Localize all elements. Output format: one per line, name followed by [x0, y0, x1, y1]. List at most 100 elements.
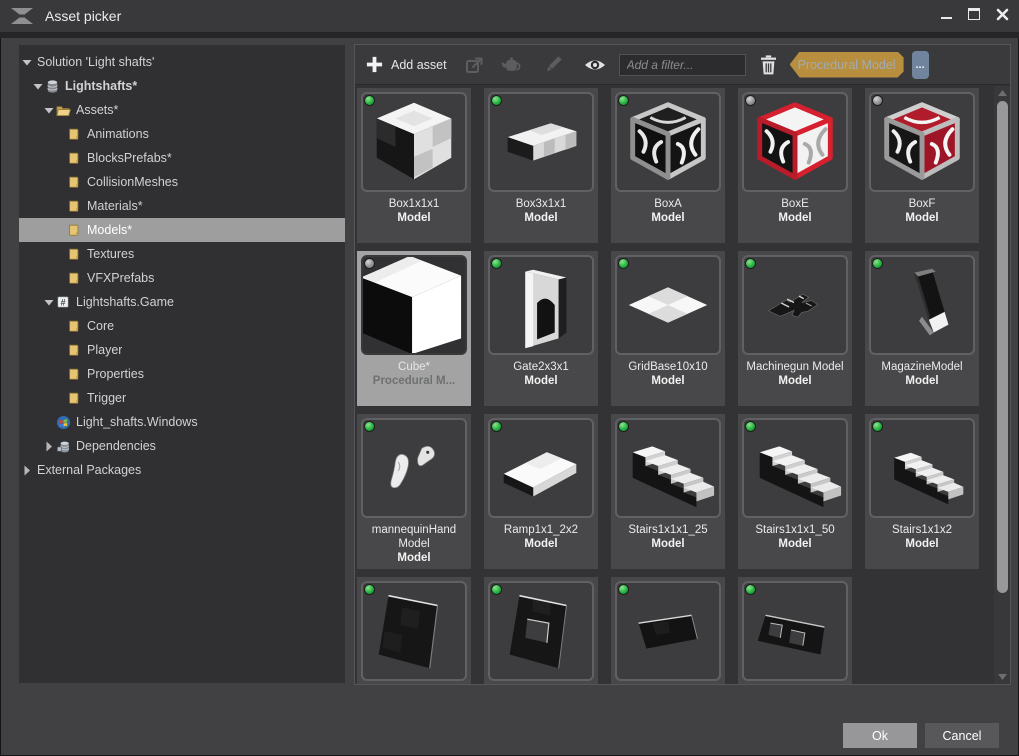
asset-tile-machinegun-model[interactable]: Machinegun ModelModel	[738, 251, 852, 406]
asset-tile-stairs1x1x1-50[interactable]: Stairs1x1x1_50Model	[738, 414, 852, 569]
asset-tile-boxa[interactable]: BoxAModel	[611, 88, 725, 243]
asset-tile-gridbase10x10[interactable]: GridBase10x10Model	[611, 251, 725, 406]
tree-item-dependencies[interactable]: Dependencies	[19, 434, 345, 458]
asset-thumbnail	[488, 418, 594, 518]
tree-item-core[interactable]: Core	[19, 314, 345, 338]
add-asset-button[interactable]: Add asset	[365, 55, 447, 74]
asset-type: Model	[484, 374, 598, 389]
asset-tile-boxf[interactable]: BoxFModel	[865, 88, 979, 243]
tree-item-label: Lightshafts.Game	[76, 295, 174, 309]
filter-input[interactable]	[619, 54, 746, 76]
scrollbar-thumb[interactable]	[997, 101, 1008, 593]
asset-tile-stairs1x1x2[interactable]: Stairs1x1x2Model	[865, 414, 979, 569]
expander-down-icon[interactable]	[32, 80, 44, 92]
status-dot-green	[745, 584, 756, 595]
tree-item-light-shafts-windows[interactable]: Light_shafts.Windows	[19, 410, 345, 434]
maximize-button[interactable]	[965, 5, 983, 23]
asset-type: Model	[611, 537, 725, 552]
tree-item-vfxprefabs[interactable]: VFXPrefabs	[19, 266, 345, 290]
ok-button[interactable]: Ok	[843, 723, 917, 748]
delete-icon[interactable]	[757, 53, 781, 77]
tree-item-label: Animations	[87, 127, 149, 141]
asset-name: mannequinHand Model	[357, 523, 471, 551]
tree-item-player[interactable]: Player	[19, 338, 345, 362]
asset-tile-row4-15[interactable]	[357, 577, 471, 684]
asset-thumbnail	[488, 92, 594, 192]
asset-name: Machinegun Model	[738, 360, 852, 374]
asset-grid: Box1x1x1ModelBox3x1x1ModelBoxAModelBoxEM…	[355, 86, 993, 684]
asset-tile-magazinemodel[interactable]: MagazineModelModel	[865, 251, 979, 406]
asset-tile-ramp1x1-2x2[interactable]: Ramp1x1_2x2Model	[484, 414, 598, 569]
minimize-button[interactable]	[937, 5, 955, 23]
tree-item-label: Textures	[87, 247, 134, 261]
import-icon[interactable]	[463, 53, 487, 77]
tree-item-materials[interactable]: Materials*	[19, 194, 345, 218]
visibility-icon[interactable]	[583, 53, 607, 77]
expander-down-icon[interactable]	[21, 56, 33, 68]
grid-scrollbar[interactable]	[994, 86, 1010, 684]
tree-item-external-packages[interactable]: External Packages	[19, 458, 345, 482]
csharp-icon: #	[55, 294, 71, 310]
tree-item-label: External Packages	[37, 463, 141, 477]
close-button[interactable]	[993, 5, 1011, 23]
tree-item-blocksprefabs[interactable]: BlocksPrefabs*	[19, 146, 345, 170]
tree-item-label: Dependencies	[76, 439, 156, 453]
asset-type: Procedural M...	[357, 374, 471, 389]
teapot-icon[interactable]	[499, 53, 523, 77]
tree-item-collisionmeshes[interactable]: CollisionMeshes	[19, 170, 345, 194]
asset-type: Model	[865, 374, 979, 389]
status-dot-green	[745, 421, 756, 432]
tree-item-lightshafts-game[interactable]: # Lightshafts.Game	[19, 290, 345, 314]
scroll-up-button[interactable]	[994, 86, 1010, 100]
asset-name: Box1x1x1	[357, 197, 471, 211]
tree-item-textures[interactable]: Textures	[19, 242, 345, 266]
folder-icon	[66, 342, 82, 358]
asset-tile-row4-16[interactable]	[484, 577, 598, 684]
asset-tile-boxe[interactable]: BoxEModel	[738, 88, 852, 243]
asset-name: Gate2x3x1	[484, 360, 598, 374]
windows-icon	[55, 414, 71, 430]
asset-thumbnail	[488, 581, 594, 681]
asset-tile-row4-17[interactable]	[611, 577, 725, 684]
folder-open-icon	[55, 102, 71, 118]
more-filters-button[interactable]: ...	[912, 51, 929, 79]
expander-placeholder	[54, 320, 66, 332]
folder-icon	[66, 222, 82, 238]
expander-down-icon[interactable]	[43, 296, 55, 308]
scroll-down-button[interactable]	[994, 670, 1010, 684]
asset-tile-mannequinhand-model[interactable]: mannequinHand ModelModel	[357, 414, 471, 569]
folder-icon	[66, 270, 82, 286]
svg-text:#: #	[60, 298, 65, 308]
asset-tile-row4-18[interactable]	[738, 577, 852, 684]
expander-right-icon[interactable]	[21, 464, 33, 476]
titlebar: Asset picker	[0, 0, 1019, 32]
tree-item-label: Assets*	[76, 103, 118, 117]
asset-tile-stairs1x1x1-25[interactable]: Stairs1x1x1_25Model	[611, 414, 725, 569]
asset-tile-box3x1x1[interactable]: Box3x1x1Model	[484, 88, 598, 243]
tree-item-label: VFXPrefabs	[87, 271, 154, 285]
asset-thumbnail	[361, 92, 467, 192]
tree-item-assets[interactable]: Assets*	[19, 98, 345, 122]
asset-name: Stairs1x1x2	[865, 523, 979, 537]
tree-item-solution-light-shafts[interactable]: Solution 'Light shafts'	[19, 50, 345, 74]
asset-thumbnail	[615, 255, 721, 355]
cancel-button[interactable]: Cancel	[925, 723, 999, 748]
filter-tag-procedural-model[interactable]: Procedural Model	[790, 52, 904, 78]
tree-item-label: Models*	[87, 223, 132, 237]
package-icon	[44, 78, 60, 94]
expander-right-icon[interactable]	[43, 440, 55, 452]
tree-item-properties[interactable]: Properties	[19, 362, 345, 386]
asset-tile-box1x1x1[interactable]: Box1x1x1Model	[357, 88, 471, 243]
tree-item-models[interactable]: Models*	[19, 218, 345, 242]
asset-thumbnail	[869, 92, 975, 192]
tree-item-animations[interactable]: Animations	[19, 122, 345, 146]
asset-tile-cube[interactable]: Cube*Procedural M...	[357, 251, 471, 406]
asset-tile-gate2x3x1[interactable]: Gate2x3x1Model	[484, 251, 598, 406]
dependencies-icon	[55, 438, 71, 454]
tree-item-trigger[interactable]: Trigger	[19, 386, 345, 410]
asset-thumbnail	[742, 92, 848, 192]
expander-down-icon[interactable]	[43, 104, 55, 116]
tree-item-lightshafts[interactable]: Lightshafts*	[19, 74, 345, 98]
asset-type: Model	[357, 211, 471, 226]
edit-icon[interactable]	[541, 53, 565, 77]
